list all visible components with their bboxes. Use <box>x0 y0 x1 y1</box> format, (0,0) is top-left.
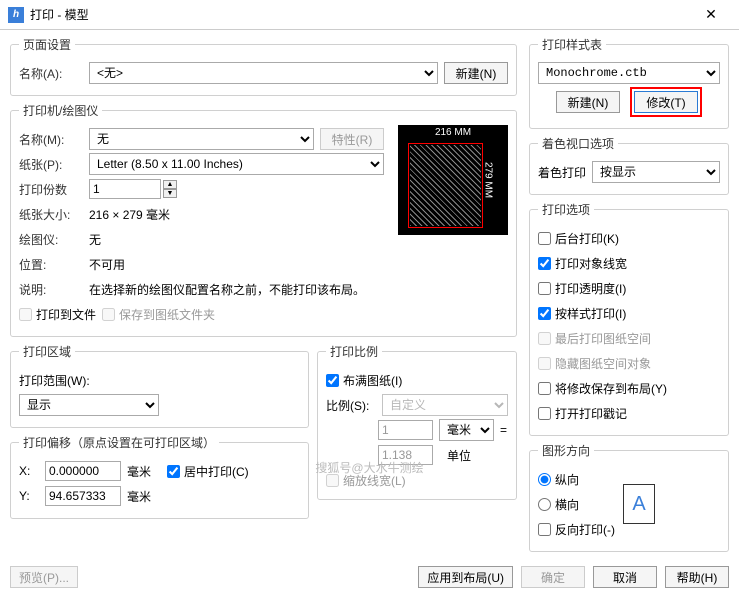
papersize-value: 216 × 279 毫米 <box>89 206 170 223</box>
scale-eq: = <box>500 423 507 437</box>
help-button[interactable]: 帮助(H) <box>665 566 729 588</box>
window-title: 打印 - 模型 <box>30 6 691 23</box>
spin-up-icon[interactable]: ▲ <box>163 180 177 189</box>
preview-hatch <box>410 145 481 226</box>
plotter-group: 打印机/绘图仪 名称(M): 无 特性(R) 纸张(P): Letter (8.… <box>10 102 517 337</box>
preview-button: 预览(P)... <box>10 566 78 588</box>
papersize-label: 纸张大小: <box>19 206 83 223</box>
plot-what-label: 打印范围(W): <box>19 372 90 389</box>
portrait-radio[interactable]: 纵向 <box>538 471 579 488</box>
x-unit: 毫米 <box>127 463 151 480</box>
orientation-group: 图形方向 纵向 横向 反向打印(-) A <box>529 442 729 552</box>
scale-select: 自定义 <box>382 394 508 416</box>
page-setup-group: 页面设置 名称(A): <无> 新建(N) <box>10 36 517 96</box>
style-new-button[interactable]: 新建(N) <box>556 91 620 113</box>
plot-what-select[interactable]: 显示 <box>19 394 159 416</box>
plot-scale-legend: 打印比例 <box>326 343 382 360</box>
orientation-legend: 图形方向 <box>538 442 594 459</box>
scale-num-input <box>378 420 433 440</box>
center-plot-checkbox[interactable]: 居中打印(C) <box>167 463 249 480</box>
plotter-name-label: 名称(M): <box>19 131 83 148</box>
scale-label: 比例(S): <box>326 397 376 414</box>
plot-area-legend: 打印区域 <box>19 343 75 360</box>
ok-button: 确定 <box>521 566 585 588</box>
plot-options-group: 打印选项 后台打印(K) 打印对象线宽 打印透明度(I) 按样式打印(I) 最后… <box>529 201 729 436</box>
opt-ps-checkbox[interactable]: 按样式打印(I) <box>538 305 626 322</box>
plot-area-group: 打印区域 打印范围(W): 显示 <box>10 343 309 428</box>
device-value: 无 <box>89 231 101 248</box>
footer: 预览(P)... 应用到布局(U) 确定 取消 帮助(H) <box>0 562 739 592</box>
scale-den-input <box>378 445 433 465</box>
titlebar: h 打印 - 模型 ✕ <box>0 0 739 30</box>
edit-highlight: 修改(T) <box>630 87 702 117</box>
page-name-select[interactable]: <无> <box>89 62 438 84</box>
plot-style-legend: 打印样式表 <box>538 36 606 53</box>
plot-scale-group: 打印比例 布满图纸(I) 比例(S): 自定义 毫米 = 单位 <box>317 343 517 500</box>
shade-select[interactable]: 按显示 <box>592 161 720 183</box>
scale-lineweights-checkbox: 缩放线宽(L) <box>326 472 406 489</box>
opt-save-checkbox[interactable]: 将修改保存到布局(Y) <box>538 380 667 397</box>
preview-height-label: 279 MM <box>482 162 493 198</box>
shaded-legend: 着色视口选项 <box>538 135 618 152</box>
desc-value: 在选择新的绘图仪配置名称之前，不能打印该布局。 <box>89 281 365 298</box>
apply-button[interactable]: 应用到布局(U) <box>418 566 513 588</box>
save-folder-checkbox: 保存到图纸文件夹 <box>102 306 215 323</box>
orientation-icon: A <box>623 484 655 524</box>
page-new-button[interactable]: 新建(N) <box>444 62 508 84</box>
opt-stamp-checkbox[interactable]: 打开打印戳记 <box>538 405 627 422</box>
fit-to-paper-checkbox[interactable]: 布满图纸(I) <box>326 372 402 389</box>
options-legend: 打印选项 <box>538 201 594 218</box>
x-label: X: <box>19 464 39 478</box>
y-unit: 毫米 <box>127 488 151 505</box>
paper-preview: 216 MM 279 MM <box>398 125 508 235</box>
opt-lw-checkbox[interactable]: 打印对象线宽 <box>538 255 627 272</box>
spin-down-icon[interactable]: ▼ <box>163 189 177 198</box>
plot-style-select[interactable]: Monochrome.ctb <box>538 62 720 84</box>
landscape-radio[interactable]: 横向 <box>538 496 579 513</box>
style-edit-button[interactable]: 修改(T) <box>634 91 698 113</box>
plot-offset-legend: 打印偏移（原点设置在可打印区域） <box>19 434 219 451</box>
location-label: 位置: <box>19 256 83 273</box>
copies-label: 打印份数 <box>19 181 83 198</box>
plot-style-group: 打印样式表 Monochrome.ctb 新建(N) 修改(T) <box>529 36 729 129</box>
preview-width-label: 216 MM <box>435 127 471 138</box>
close-icon[interactable]: ✕ <box>691 6 731 23</box>
print-to-file-checkbox: 打印到文件 <box>19 306 96 323</box>
copies-input[interactable] <box>89 179 161 199</box>
scale-unit-label: 单位 <box>447 447 471 464</box>
paper-label: 纸张(P): <box>19 156 83 173</box>
plotter-name-select[interactable]: 无 <box>89 128 314 150</box>
plot-offset-group: 打印偏移（原点设置在可打印区域） X: 毫米 居中打印(C) Y: 毫米 <box>10 434 309 519</box>
copies-stepper[interactable]: ▲▼ <box>89 179 177 199</box>
cancel-button[interactable]: 取消 <box>593 566 657 588</box>
shade-label: 着色打印 <box>538 164 586 181</box>
paper-select[interactable]: Letter (8.50 x 11.00 Inches) <box>89 153 384 175</box>
scale-unit-select[interactable]: 毫米 <box>439 419 494 441</box>
opt-tr-checkbox[interactable]: 打印透明度(I) <box>538 280 626 297</box>
location-value: 不可用 <box>89 256 125 273</box>
opt-hide-checkbox: 隐藏图纸空间对象 <box>538 355 651 372</box>
upside-checkbox[interactable]: 反向打印(-) <box>538 521 615 538</box>
shaded-viewport-group: 着色视口选项 着色打印 按显示 <box>529 135 729 195</box>
y-input[interactable] <box>45 486 121 506</box>
page-setup-legend: 页面设置 <box>19 36 75 53</box>
x-input[interactable] <box>45 461 121 481</box>
device-label: 绘图仪: <box>19 231 83 248</box>
app-icon: h <box>8 7 24 23</box>
opt-bg-checkbox[interactable]: 后台打印(K) <box>538 230 619 247</box>
plotter-props-button: 特性(R) <box>320 128 384 150</box>
page-name-label: 名称(A): <box>19 65 83 82</box>
desc-label: 说明: <box>19 281 83 298</box>
opt-last-checkbox: 最后打印图纸空间 <box>538 330 651 347</box>
y-label: Y: <box>19 489 39 503</box>
plotter-legend: 打印机/绘图仪 <box>19 102 102 119</box>
